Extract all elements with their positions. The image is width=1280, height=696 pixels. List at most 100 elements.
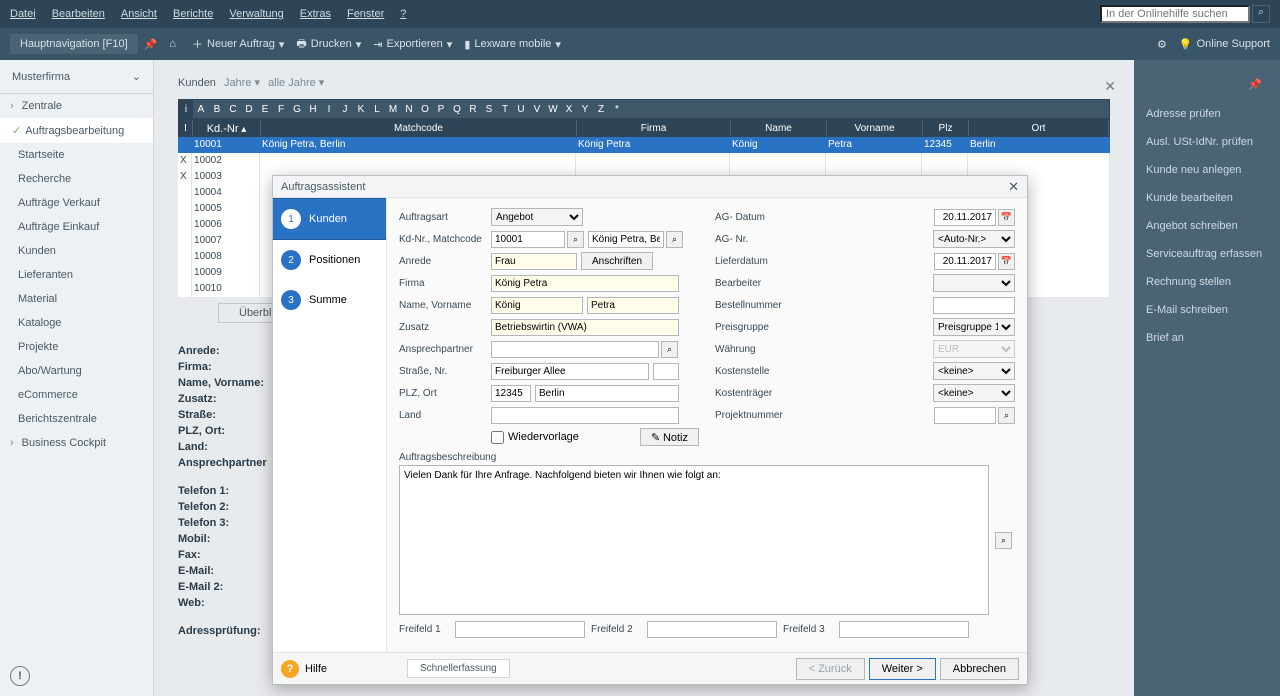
sidebar-item-startseite[interactable]: Startseite — [0, 143, 153, 167]
kostenstelle-select[interactable]: <keine> — [933, 362, 1015, 380]
th-vorname[interactable]: Vorname — [827, 120, 923, 136]
alpha-K[interactable]: K — [353, 100, 369, 118]
alpha-Y[interactable]: Y — [577, 100, 593, 118]
alpha-F[interactable]: F — [273, 100, 289, 118]
menu-verwaltung[interactable]: Verwaltung — [229, 8, 283, 20]
alpha-X[interactable]: X — [561, 100, 577, 118]
projektnr-search-icon[interactable]: ⌕ — [998, 407, 1015, 424]
freifeld2-input[interactable] — [647, 621, 777, 638]
alpha-E[interactable]: E — [257, 100, 273, 118]
action-link[interactable]: Rechnung stellen — [1146, 268, 1268, 296]
menu-help[interactable]: ? — [400, 8, 406, 20]
sidebar-item-lieferanten[interactable]: Lieferanten — [0, 263, 153, 287]
alpha-H[interactable]: H — [305, 100, 321, 118]
ort-input[interactable] — [535, 385, 679, 402]
alpha-T[interactable]: T — [497, 100, 513, 118]
alpha-N[interactable]: N — [401, 100, 417, 118]
bestellnr-input[interactable] — [933, 297, 1015, 314]
th-ort[interactable]: Ort — [969, 120, 1109, 136]
export-button[interactable]: ⇥Exportieren▾ — [373, 38, 452, 51]
support-button[interactable]: 💡Online Support — [1179, 38, 1270, 51]
preisgruppe-select[interactable]: Preisgruppe 1 — [933, 318, 1015, 336]
sidebar-item-zentrale[interactable]: Zentrale — [0, 94, 153, 118]
auftragsart-select[interactable]: Angebot — [491, 208, 583, 226]
matchcode-input[interactable] — [588, 231, 664, 248]
vorname-input[interactable] — [587, 297, 679, 314]
pin-panel-icon[interactable]: 📌 — [1248, 78, 1262, 91]
pin-icon[interactable]: 📌 — [144, 38, 158, 51]
menu-berichte[interactable]: Berichte — [173, 8, 213, 20]
freifeld1-input[interactable] — [455, 621, 585, 638]
alpha-S[interactable]: S — [481, 100, 497, 118]
name-input[interactable] — [491, 297, 583, 314]
step-positionen[interactable]: 2Positionen — [273, 240, 386, 280]
th-kdnr[interactable]: Kd.-Nr ▴ — [193, 120, 261, 136]
action-link[interactable]: Angebot schreiben — [1146, 212, 1268, 240]
th-i[interactable]: I — [179, 120, 193, 136]
schnellerfassung-link[interactable]: Schnellerfassung — [407, 659, 510, 678]
table-row[interactable]: X10002 — [178, 153, 1110, 169]
action-link[interactable]: Brief an — [1146, 324, 1268, 352]
help-link[interactable]: Hilfe — [305, 663, 327, 675]
next-button[interactable]: Weiter > — [869, 658, 936, 680]
alpha-U[interactable]: U — [513, 100, 529, 118]
agdatum-cal-icon[interactable]: 📅 — [998, 209, 1015, 226]
menu-extras[interactable]: Extras — [300, 8, 331, 20]
alpha-info[interactable]: i — [179, 100, 193, 118]
alpha-Z[interactable]: Z — [593, 100, 609, 118]
alpha-*[interactable]: * — [609, 100, 625, 118]
alpha-C[interactable]: C — [225, 100, 241, 118]
matchcode-search-icon[interactable]: ⌕ — [666, 231, 683, 248]
lieferdatum-cal-icon[interactable]: 📅 — [998, 253, 1015, 270]
step-kunden[interactable]: 1Kunden — [273, 198, 386, 240]
th-firma[interactable]: Firma — [577, 120, 731, 136]
menu-ansicht[interactable]: Ansicht — [121, 8, 157, 20]
action-link[interactable]: Adresse prüfen — [1146, 100, 1268, 128]
sidebar-item-kataloge[interactable]: Kataloge — [0, 311, 153, 335]
crumb-kunden[interactable]: Kunden — [178, 77, 216, 89]
action-link[interactable]: Kunde neu anlegen — [1146, 156, 1268, 184]
bearbeiter-select[interactable] — [933, 274, 1015, 292]
agdatum-input[interactable] — [934, 209, 996, 226]
help-icon[interactable]: ? — [281, 660, 299, 678]
menu-fenster[interactable]: Fenster — [347, 8, 384, 20]
firma-input[interactable] — [491, 275, 679, 292]
crumb-jahre[interactable]: Jahre ▾ — [224, 76, 260, 89]
zusatz-input[interactable] — [491, 319, 679, 336]
anrede-input[interactable] — [491, 253, 577, 270]
sidebar-item-recherche[interactable]: Recherche — [0, 167, 153, 191]
action-link[interactable]: E-Mail schreiben — [1146, 296, 1268, 324]
hausnr-input[interactable] — [653, 363, 679, 380]
notiz-button[interactable]: ✎ Notiz — [640, 428, 699, 446]
lieferdatum-input[interactable] — [934, 253, 996, 270]
menu-bearbeiten[interactable]: Bearbeiten — [52, 8, 105, 20]
agnr-select[interactable]: <Auto-Nr.> — [933, 230, 1015, 248]
crumb-alle-jahre[interactable]: alle Jahre ▾ — [268, 76, 324, 89]
help-search-button[interactable]: ⌕ — [1252, 5, 1270, 23]
th-name[interactable]: Name — [731, 120, 827, 136]
alpha-G[interactable]: G — [289, 100, 305, 118]
home-button[interactable]: ⌂ — [169, 38, 180, 50]
sidebar-item-projekte[interactable]: Projekte — [0, 335, 153, 359]
company-selector[interactable]: Musterfirma⌄ — [0, 60, 153, 94]
sidebar-item-ecommerce[interactable]: eCommerce — [0, 383, 153, 407]
action-link[interactable]: Serviceauftrag erfassen — [1146, 240, 1268, 268]
plz-input[interactable] — [491, 385, 531, 402]
sidebar-item-abo[interactable]: Abo/Wartung — [0, 359, 153, 383]
sidebar-item-berichtszentrale[interactable]: Berichtszentrale — [0, 407, 153, 431]
sidebar-item-auftragsbearbeitung[interactable]: ✓Auftragsbearbeitung — [0, 118, 153, 143]
cancel-button[interactable]: Abbrechen — [940, 658, 1019, 680]
alert-icon[interactable]: ! — [10, 666, 30, 686]
menu-datei[interactable]: Datei — [10, 8, 36, 20]
dialog-close-button[interactable]: ✕ — [1008, 179, 1019, 195]
sidebar-item-business-cockpit[interactable]: Business Cockpit — [0, 431, 153, 455]
anspr-search-icon[interactable]: ⌕ — [661, 341, 678, 358]
close-view-button[interactable]: ✕ — [1104, 78, 1116, 95]
new-order-button[interactable]: ＋Neuer Auftrag▾ — [192, 36, 284, 52]
action-link[interactable]: Kunde bearbeiten — [1146, 184, 1268, 212]
th-plz[interactable]: Plz — [923, 120, 969, 136]
strasse-input[interactable] — [491, 363, 649, 380]
th-matchcode[interactable]: Matchcode — [261, 120, 577, 136]
action-link[interactable]: Ausl. USt-IdNr. prüfen — [1146, 128, 1268, 156]
alpha-A[interactable]: A — [193, 100, 209, 118]
